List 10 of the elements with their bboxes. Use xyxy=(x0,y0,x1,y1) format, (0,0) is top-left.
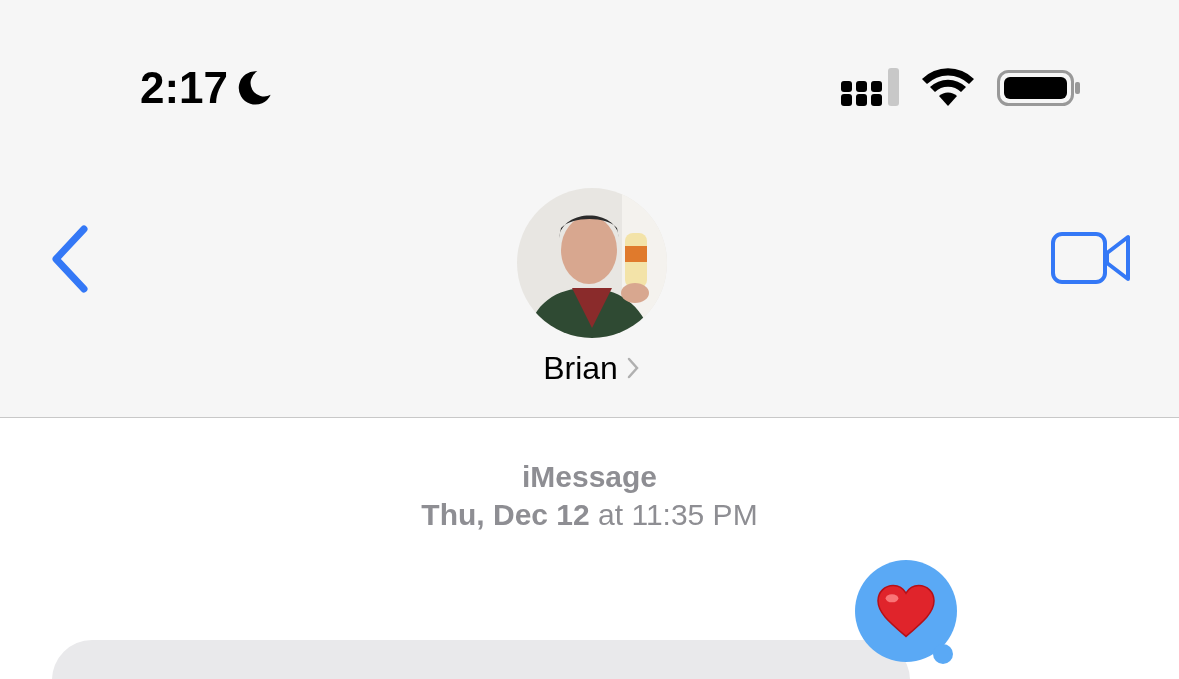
battery-icon xyxy=(997,68,1081,108)
chevron-icon xyxy=(625,356,640,380)
contact-name-button[interactable]: Brian xyxy=(543,352,640,384)
status-time: 2:17 xyxy=(140,66,229,110)
service-label: iMessage xyxy=(521,462,658,492)
wifi-icon xyxy=(921,68,975,108)
timestamp: Thu, Dec 12 at 11:35 PM xyxy=(421,500,758,530)
signal-icon xyxy=(841,68,899,108)
video-call-button[interactable] xyxy=(1051,230,1131,286)
heart-icon xyxy=(875,583,937,639)
